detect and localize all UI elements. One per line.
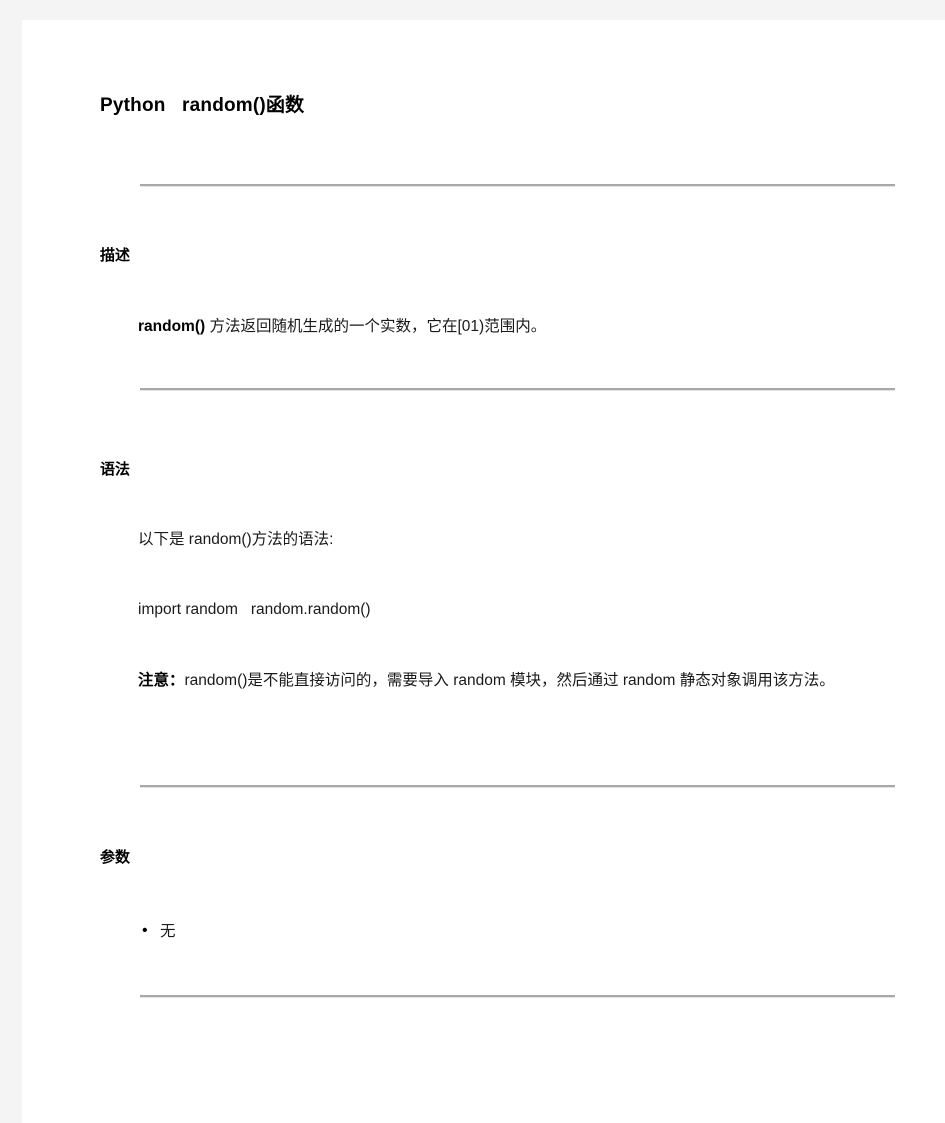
note-paragraph: 注意：random()是不能直接访问的，需要导入 random 模块，然后通过 …: [100, 668, 900, 693]
page-title: Python random()函数: [100, 95, 305, 116]
description-text: 方法返回随机生成的一个实数，它在[01)范围内。: [205, 318, 547, 335]
note-text: random()是不能直接访问的，需要导入 random 模块，然后通过 ran…: [184, 672, 835, 689]
syntax-code-line: import random random.random(): [138, 601, 371, 618]
heading-description: 描述: [100, 247, 131, 264]
note-label: 注意：: [138, 672, 185, 689]
syntax-intro-line: 以下是 random()方法的语法:: [138, 531, 334, 548]
document-content: Python random()函数 描述 random() 方法返回随机生成的一…: [22, 20, 945, 1123]
heading-syntax: 语法: [100, 461, 131, 478]
section-divider-4: [140, 995, 895, 998]
document-page: Python random()函数 描述 random() 方法返回随机生成的一…: [22, 20, 945, 1123]
heading-parameters: 参数: [100, 849, 131, 866]
section-divider-3: [140, 785, 895, 788]
description-bold-term: random(): [138, 318, 206, 335]
section-divider-2: [140, 388, 895, 391]
parameters-list: 无: [138, 919, 176, 943]
description-paragraph: random() 方法返回随机生成的一个实数，它在[01)范围内。: [138, 315, 546, 339]
section-divider-1: [140, 184, 895, 187]
list-item: 无: [143, 919, 176, 943]
